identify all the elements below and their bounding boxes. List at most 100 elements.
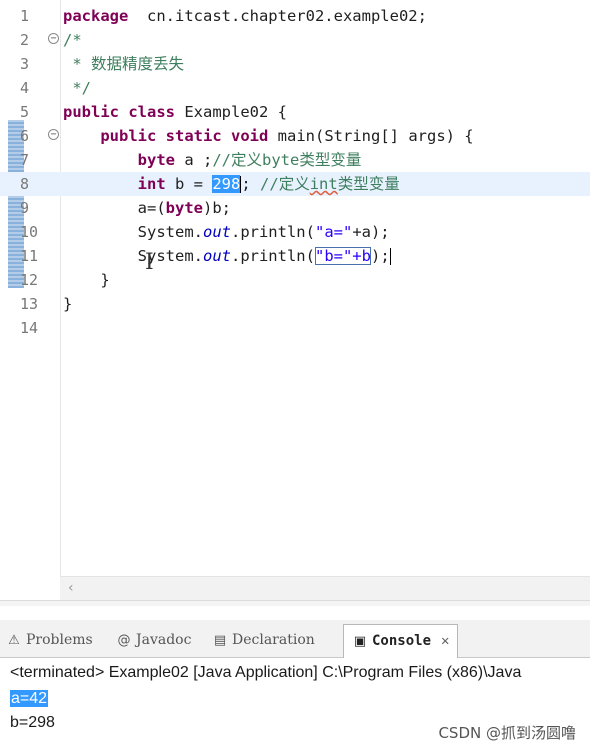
- fold-toggle-icon[interactable]: −: [48, 33, 59, 44]
- code-token: 定义: [278, 175, 310, 193]
- close-icon[interactable]: ✕: [441, 633, 449, 649]
- code-token: Example02 {: [175, 103, 287, 121]
- caret: [389, 248, 391, 265]
- line-number: 8: [20, 175, 30, 193]
- code-text[interactable]: * 数据精度丢失: [63, 52, 184, 76]
- code-token: /*: [63, 31, 82, 49]
- code-line[interactable]: 14: [0, 316, 590, 340]
- code-token: public: [63, 103, 119, 121]
- tab-javadoc[interactable]: @ Javadoc: [116, 626, 192, 656]
- code-text[interactable]: System.out.println("b="+b);: [63, 244, 391, 268]
- code-token: cn.itcast.chapter02.example02;: [128, 7, 427, 25]
- code-line[interactable]: 6 − public static void main(String[] args…: [0, 124, 590, 148]
- code-token: 类型变量: [337, 175, 400, 193]
- line-number: 3: [20, 55, 30, 73]
- tab-label: Declaration: [232, 632, 315, 648]
- line-number: 11: [20, 247, 39, 265]
- code-token: out: [202, 223, 231, 241]
- code-line[interactable]: 9 a=(byte)b;: [0, 196, 590, 220]
- code-line[interactable]: 1 package cn.itcast.chapter02.example02;: [0, 4, 590, 28]
- code-text[interactable]: /*: [63, 28, 82, 52]
- code-line[interactable]: 5 public class Example02 {: [0, 100, 590, 124]
- tab-problems[interactable]: ⚠ Problems: [6, 626, 93, 656]
- code-line[interactable]: 12 }: [0, 268, 590, 292]
- line-number: 9: [20, 199, 30, 217]
- code-text[interactable]: public class Example02 {: [63, 100, 287, 124]
- code-line[interactable]: 3 * 数据精度丢失: [0, 52, 590, 76]
- declaration-icon: ▤: [213, 633, 227, 648]
- console-output-line[interactable]: a=42: [10, 688, 49, 710]
- code-text[interactable]: */: [63, 76, 91, 100]
- code-token: //: [260, 175, 279, 193]
- scroll-left-icon[interactable]: ‹: [68, 580, 74, 596]
- console-output-line[interactable]: b=298: [10, 712, 55, 734]
- tab-label: Problems: [26, 632, 93, 648]
- code-line[interactable]: 2 −/*: [0, 28, 590, 52]
- fold-toggle-icon[interactable]: −: [48, 129, 59, 140]
- code-token: "b="+b: [314, 247, 371, 265]
- code-token: void: [231, 127, 269, 145]
- watermark: CSDN @抓到汤圆噜: [438, 724, 576, 742]
- code-token: }: [63, 295, 73, 313]
- selected-text: 298: [212, 175, 241, 193]
- code-line[interactable]: 11 System.out.println("b="+b);: [0, 244, 590, 268]
- code-token: int: [309, 175, 338, 193]
- code-line[interactable]: 8 int b = 298; //定义int类型变量: [0, 172, 590, 196]
- code-line[interactable]: 10 System.out.println("a="+a);: [0, 220, 590, 244]
- code-text[interactable]: System.out.println("a="+a);: [63, 220, 390, 244]
- code-token: ;: [241, 175, 251, 193]
- code-token: int: [137, 175, 166, 193]
- code-text[interactable]: public static void main(String[] args) {: [63, 124, 474, 148]
- console-icon: ▣: [353, 634, 367, 649]
- line-number: 6: [20, 127, 30, 145]
- code-text[interactable]: package cn.itcast.chapter02.example02;: [63, 4, 427, 28]
- code-line[interactable]: 4 */: [0, 76, 590, 100]
- code-token: class: [128, 103, 176, 121]
- code-text[interactable]: byte a ;//定义byte类型变量: [63, 148, 362, 172]
- code-token: public: [100, 127, 157, 145]
- code-token: 数据精度丢失: [91, 55, 185, 73]
- code-text[interactable]: }: [63, 292, 72, 316]
- code-text[interactable]: int b = 298; //定义int类型变量: [63, 172, 400, 196]
- code-token: main(String[] args) {: [268, 127, 474, 145]
- tab-declaration[interactable]: ▤ Declaration: [212, 626, 315, 656]
- line-number: 13: [20, 295, 39, 313]
- text-cursor-icon: I: [145, 250, 154, 275]
- line-number: 1: [20, 7, 30, 25]
- code-token: +a);: [352, 223, 390, 241]
- code-token: System.: [63, 223, 203, 241]
- tab-console[interactable]: ▣ Console ✕: [343, 624, 459, 658]
- code-token: a=(: [63, 199, 166, 217]
- code-editor[interactable]: 1 package cn.itcast.chapter02.example02; 2…: [0, 0, 590, 606]
- line-number: 4: [20, 79, 30, 97]
- line-number: 5: [20, 103, 30, 121]
- horizontal-scrollbar[interactable]: ‹: [60, 576, 590, 600]
- code-token: package: [63, 7, 129, 25]
- code-token: static: [165, 127, 222, 145]
- line-number: 7: [20, 151, 30, 169]
- code-line[interactable]: 13}: [0, 292, 590, 316]
- console-status: <terminated> Example02 [Java Application…: [10, 664, 522, 681]
- line-number: 14: [20, 319, 39, 337]
- code-token: a ;: [174, 151, 213, 169]
- code-line[interactable]: 7 byte a ;//定义byte类型变量: [0, 148, 590, 172]
- code-token: "a=": [314, 223, 353, 241]
- code-token: 类型变量: [299, 151, 362, 169]
- code-token: }: [63, 271, 110, 289]
- tab-label: Javadoc: [136, 632, 192, 648]
- code-text[interactable]: a=(byte)b;: [63, 196, 231, 220]
- problems-icon: ⚠: [8, 633, 20, 648]
- tab-label: Console: [372, 633, 432, 649]
- javadoc-icon: @: [117, 633, 131, 648]
- code-text[interactable]: }: [63, 268, 110, 292]
- line-number: 12: [20, 271, 39, 289]
- code-token: out: [202, 247, 231, 265]
- code-token: .println(: [230, 247, 315, 265]
